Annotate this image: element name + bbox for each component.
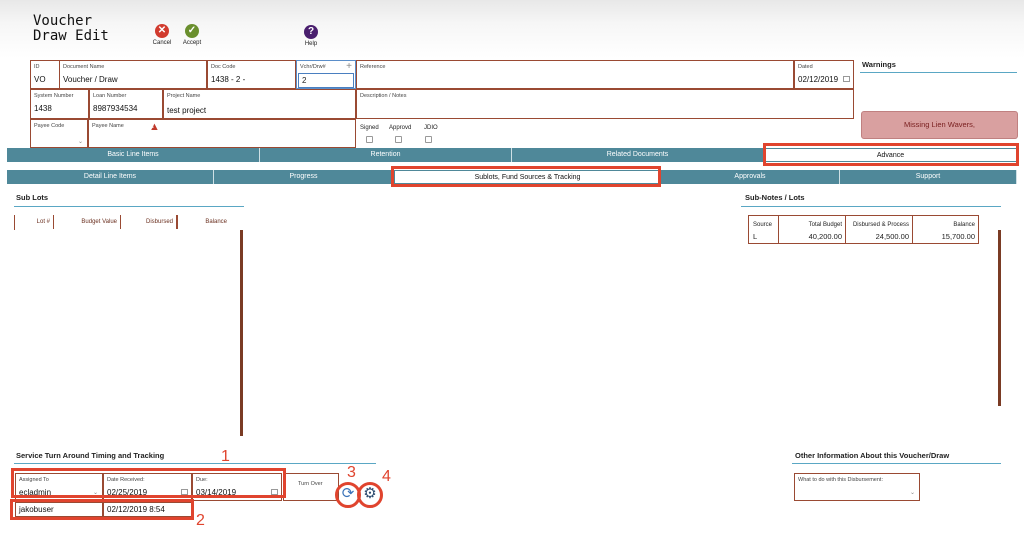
jdio-checkbox[interactable] <box>425 136 432 143</box>
subnotes-scrollbar[interactable] <box>998 230 1001 406</box>
service-title: Service Turn Around Timing and Tracking <box>16 451 165 460</box>
warning-icon: ▲ <box>149 121 160 133</box>
tab-approvals[interactable]: Approvals <box>661 170 840 184</box>
page-title: Voucher Draw Edit <box>33 13 109 44</box>
help-button[interactable]: ? Help <box>299 25 323 47</box>
gear-icon[interactable]: ⚙ <box>360 484 380 504</box>
help-icon: ? <box>304 25 318 39</box>
tab-retention[interactable]: Retention <box>260 148 512 162</box>
jdio-checkbox-group: JDIO <box>424 125 438 143</box>
timing-highlight <box>11 468 286 498</box>
approvd-checkbox-group: Approvd <box>389 125 411 143</box>
tab-related-documents[interactable]: Related Documents <box>512 148 764 162</box>
description-field[interactable]: Description / Notes <box>356 89 854 119</box>
doc-code-field[interactable]: Doc Code 1438 - 2 - <box>207 60 296 89</box>
vchr-drw-field[interactable]: Vchr/Drw# + 2 <box>296 60 356 89</box>
table-cell: Disbursed & Process 24,500.00 <box>846 216 913 243</box>
tab-basic-line-items[interactable]: Basic Line Items <box>7 148 260 162</box>
payee-name-field[interactable]: Payee Name ▲ ! <box>88 119 356 148</box>
tab-detail-line-items[interactable]: Detail Line Items <box>7 170 214 184</box>
service-divider <box>14 463 376 464</box>
system-number-field[interactable]: System Number 1438 <box>30 89 89 119</box>
annotation-2: 2 <box>196 512 205 529</box>
warning-icon-mark: ! <box>152 124 154 130</box>
plus-icon[interactable]: + <box>346 61 352 72</box>
subnotes-title: Sub-Notes / Lots <box>745 193 805 202</box>
sublots-scrollbar[interactable] <box>240 230 243 436</box>
user-highlight <box>10 499 194 520</box>
tab-progress[interactable]: Progress <box>214 170 394 184</box>
refresh-icon[interactable]: ⟳ <box>338 484 358 504</box>
annotation-4: 4 <box>382 468 391 485</box>
loan-number-field[interactable]: Loan Number 8987934534 <box>89 89 163 119</box>
warnings-title: Warnings <box>862 60 896 69</box>
sublots-title: Sub Lots <box>16 193 49 202</box>
cancel-icon: ✕ <box>155 24 169 38</box>
turn-over-button[interactable]: Turn Over <box>283 473 339 501</box>
signed-checkbox-group: Signed <box>360 125 379 143</box>
table-cell: Balance 15,700.00 <box>941 222 975 241</box>
other-info-title: Other Information About this Voucher/Dra… <box>795 451 950 460</box>
table-cell: Total Budget 40,200.00 <box>779 216 846 243</box>
vchr-input[interactable]: 2 <box>298 73 354 88</box>
approvd-checkbox[interactable] <box>395 136 402 143</box>
other-info-divider <box>792 463 1001 464</box>
accept-button[interactable]: ✓ Accept <box>180 24 204 46</box>
missing-lien-warning: Missing Lien Wavers, <box>861 111 1018 139</box>
disbursement-select[interactable]: What to do with this Disbursement: ⌄ <box>794 473 920 501</box>
advance-highlight <box>763 143 1019 166</box>
subnotes-table: Source L Total Budget 40,200.00 Disburse… <box>748 215 979 244</box>
dated-field[interactable]: Dated 02/12/2019 <box>794 60 854 89</box>
document-name-field[interactable]: Document Name Voucher / Draw <box>59 60 207 89</box>
warnings-divider <box>860 72 1017 73</box>
chevron-down-icon[interactable]: ⌄ <box>78 138 83 145</box>
annotation-1: 1 <box>221 448 230 465</box>
sublots-highlight <box>391 166 661 187</box>
project-name-field[interactable]: Project Name test project <box>163 89 356 119</box>
calendar-icon[interactable] <box>843 76 850 82</box>
signed-checkbox[interactable] <box>366 136 373 143</box>
annotation-3: 3 <box>347 464 356 481</box>
sublots-divider <box>14 206 244 207</box>
chevron-down-icon[interactable]: ⌄ <box>910 489 915 496</box>
check-icon: ✓ <box>185 24 199 38</box>
sublots-table-header: Lot # Budget Value Disbursed Balance <box>14 215 229 230</box>
payee-code-field[interactable]: Payee Code ⌄ <box>30 119 88 148</box>
reference-field[interactable]: Reference <box>356 60 794 89</box>
id-field[interactable]: ID VO <box>30 60 60 89</box>
subnotes-divider <box>741 206 1001 207</box>
table-cell: Source L <box>749 216 779 243</box>
tab-support[interactable]: Support <box>840 170 1017 184</box>
cancel-button[interactable]: ✕ Cancel <box>150 24 174 46</box>
